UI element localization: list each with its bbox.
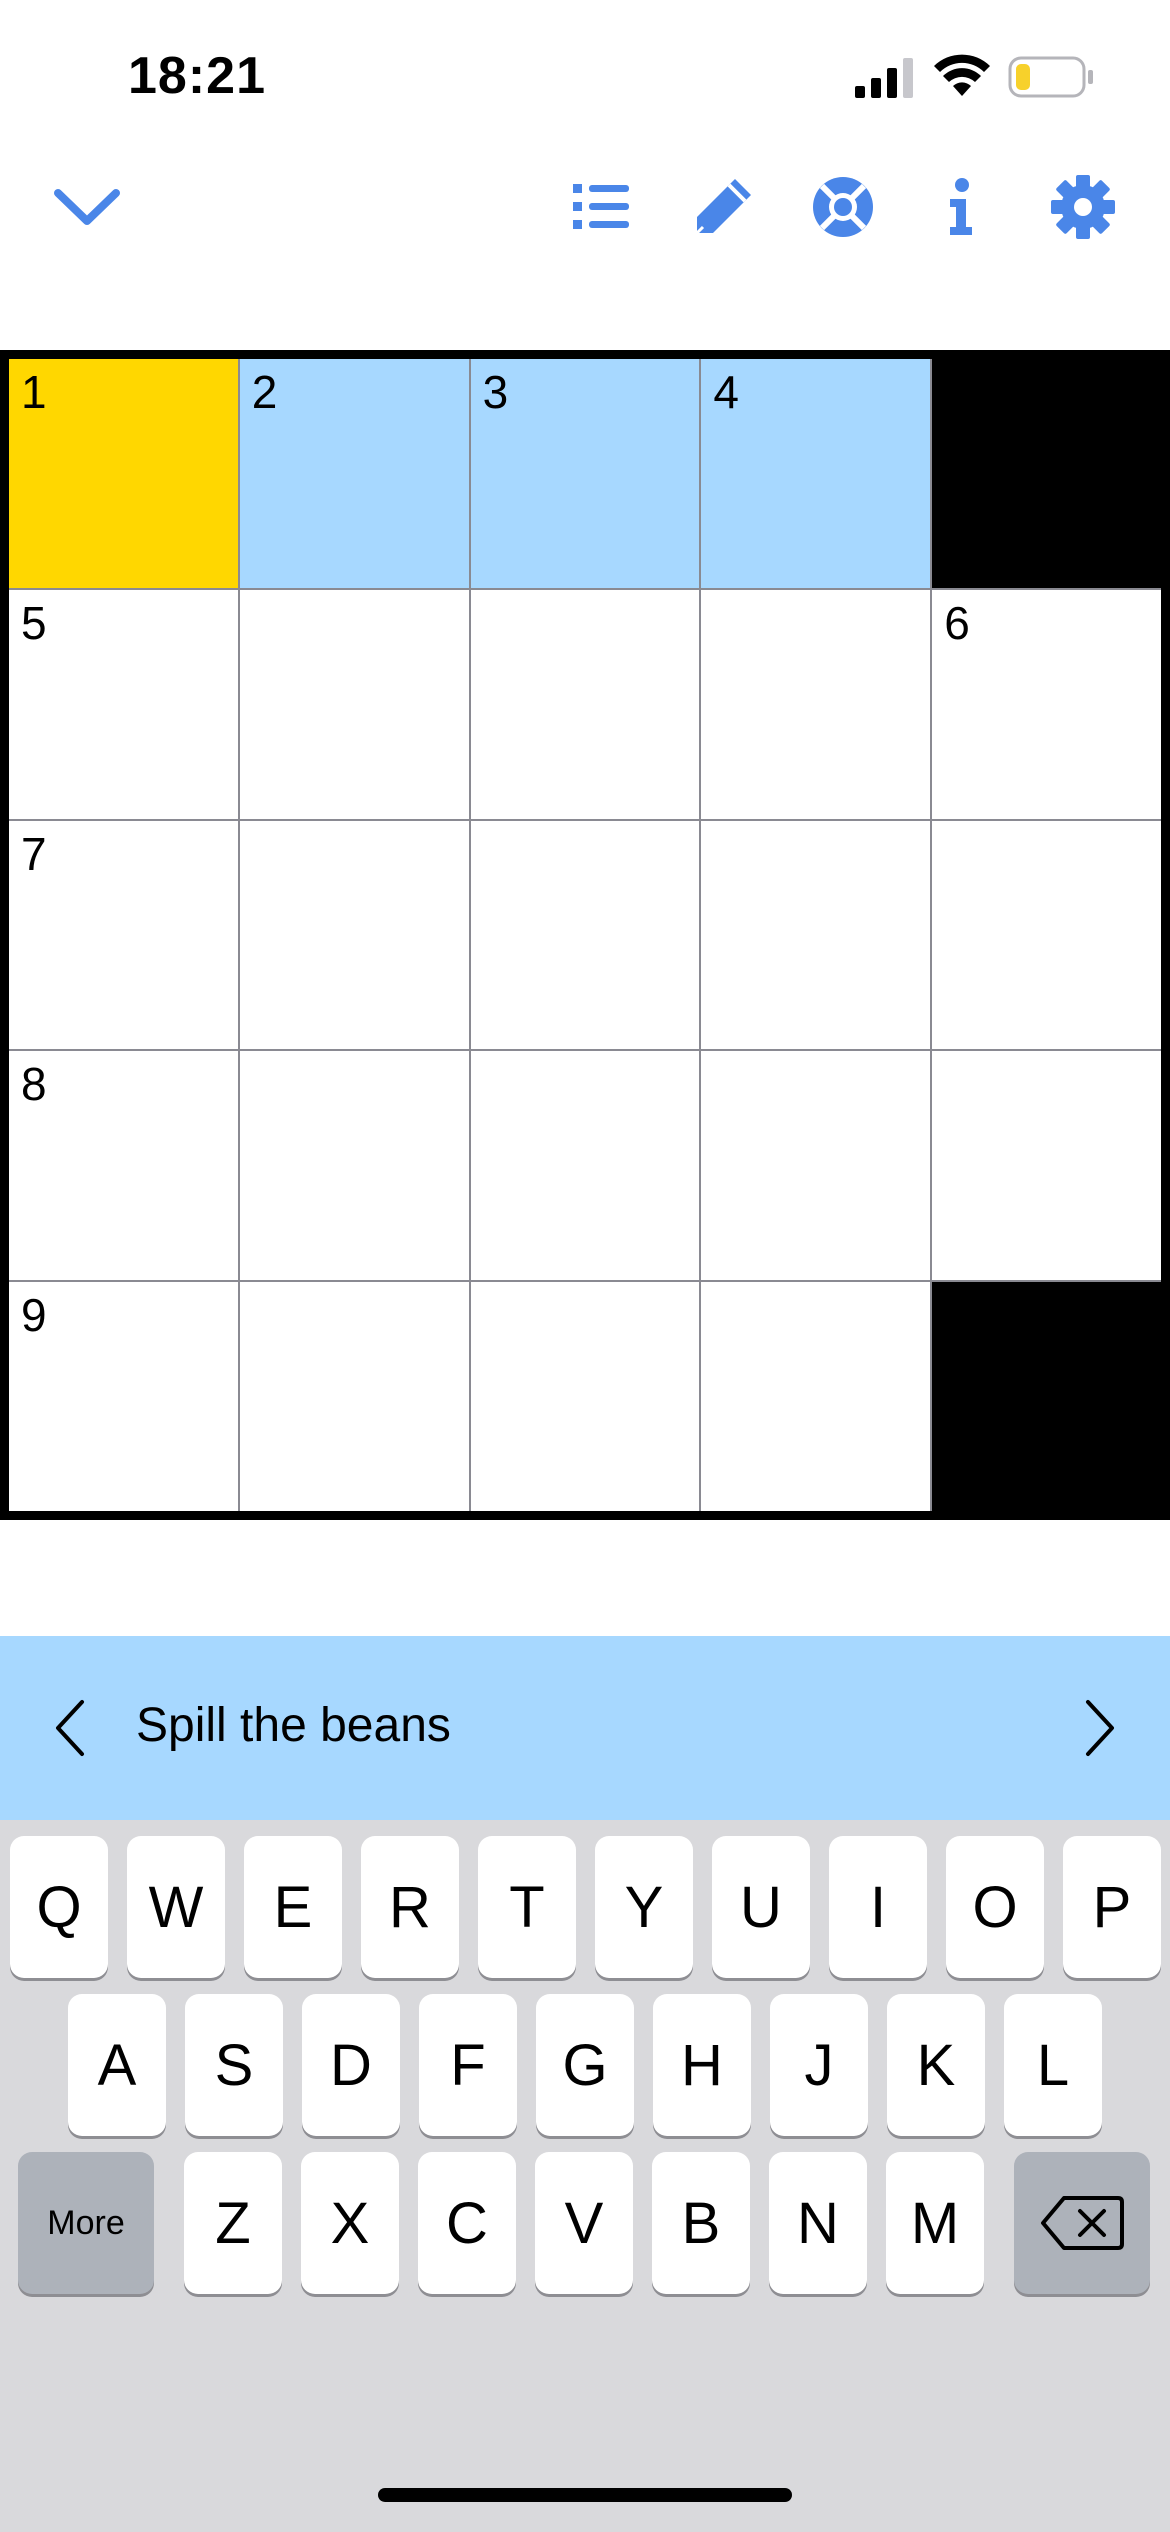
grid-cell[interactable]: [470, 589, 700, 819]
cell-number: 8: [21, 1058, 47, 1111]
cell-number: 4: [713, 366, 739, 418]
grid-cell[interactable]: [470, 1282, 700, 1511]
key-w[interactable]: W: [127, 1836, 225, 1978]
key-c[interactable]: C: [418, 2152, 516, 2294]
cell-number: 3: [482, 366, 509, 418]
cell-number: 1: [21, 366, 47, 418]
key-l[interactable]: L: [1004, 1994, 1102, 2136]
grid-cell[interactable]: [239, 1282, 469, 1511]
crossword-grid: 1 2 3 4 5 6 7 8 9: [9, 359, 1161, 1511]
grid-cell[interactable]: [701, 1282, 931, 1511]
key-f[interactable]: F: [419, 1994, 517, 2136]
keyboard: More QWERTYUIOP ASDFGHJKL ZXCVBNM: [0, 1820, 1170, 2532]
previous-clue-button[interactable]: [30, 1688, 110, 1768]
key-j[interactable]: J: [770, 1994, 868, 2136]
grid-cell[interactable]: 8: [9, 1051, 238, 1281]
key-q[interactable]: Q: [10, 1836, 108, 1978]
pencil-icon: [695, 179, 751, 235]
key-u[interactable]: U: [712, 1836, 810, 1978]
grid-cell[interactable]: [239, 1051, 469, 1281]
key-b[interactable]: B: [652, 2152, 750, 2294]
chevron-left-icon: [56, 1700, 84, 1756]
help-button[interactable]: [808, 172, 878, 242]
grid-cell[interactable]: [470, 1051, 700, 1281]
key-o[interactable]: O: [946, 1836, 1044, 1978]
grid-cell[interactable]: 3: [470, 359, 700, 588]
grid-cell[interactable]: [932, 820, 1161, 1050]
cell-number: 7: [21, 827, 47, 880]
next-clue-button[interactable]: [1060, 1688, 1140, 1768]
grid-cell[interactable]: 9: [9, 1282, 238, 1511]
key-m[interactable]: M: [886, 2152, 984, 2294]
info-icon: [950, 178, 972, 235]
grid-cell[interactable]: [239, 820, 469, 1050]
key-k[interactable]: K: [887, 1994, 985, 2136]
key-x[interactable]: X: [301, 2152, 399, 2294]
clue-list-button[interactable]: [566, 172, 636, 242]
status-bar: 18:21: [0, 0, 1170, 150]
help-lifebuoy-icon: [813, 177, 873, 237]
key-t[interactable]: T: [478, 1836, 576, 1978]
cell-number: 5: [21, 596, 47, 649]
key-d[interactable]: D: [302, 1994, 400, 2136]
grid-cell[interactable]: 7: [9, 820, 238, 1050]
key-a[interactable]: A: [68, 1994, 166, 2136]
crossword-board: 1 2 3 4 5 6 7 8 9: [0, 350, 1170, 1520]
key-y[interactable]: Y: [595, 1836, 693, 1978]
grid-cell[interactable]: 6: [932, 589, 1161, 819]
settings-button[interactable]: [1048, 172, 1118, 242]
grid-cell[interactable]: [701, 1051, 931, 1281]
cell-number: 9: [21, 1289, 47, 1342]
black-square: [932, 1282, 1161, 1511]
toolbar: [0, 150, 1170, 260]
settings-gear-icon: [1051, 175, 1115, 239]
key-e[interactable]: E: [244, 1836, 342, 1978]
wifi-icon: [934, 54, 990, 96]
backspace-key[interactable]: [1014, 2152, 1150, 2294]
grid-cell[interactable]: 4: [701, 359, 931, 588]
key-z[interactable]: Z: [184, 2152, 282, 2294]
battery-icon: [1008, 56, 1093, 98]
chevron-right-icon: [1086, 1700, 1114, 1756]
grid-cell[interactable]: 1: [9, 359, 238, 588]
grid-cell[interactable]: [239, 589, 469, 819]
signal-icon: [855, 58, 913, 98]
cell-number: 6: [944, 596, 970, 649]
key-s[interactable]: S: [185, 1994, 283, 2136]
grid-cell[interactable]: 5: [9, 589, 238, 819]
black-square: [932, 359, 1161, 588]
key-r[interactable]: R: [361, 1836, 459, 1978]
key-i[interactable]: I: [829, 1836, 927, 1978]
cell-number: 2: [251, 366, 278, 418]
key-v[interactable]: V: [535, 2152, 633, 2294]
grid-cell[interactable]: 2: [239, 359, 469, 588]
clue-list-icon: [573, 184, 629, 229]
grid-cell[interactable]: [701, 589, 931, 819]
grid-cell[interactable]: [701, 820, 931, 1050]
status-time: 18:21: [128, 47, 266, 105]
key-n[interactable]: N: [769, 2152, 867, 2294]
clue-bar[interactable]: Spill the beans: [0, 1636, 1170, 1820]
home-indicator[interactable]: [378, 2488, 792, 2502]
info-button[interactable]: [926, 172, 996, 242]
more-key[interactable]: More: [18, 2152, 154, 2294]
key-h[interactable]: H: [653, 1994, 751, 2136]
pencil-button[interactable]: [688, 172, 758, 242]
clue-text: Spill the beans: [136, 1699, 451, 1752]
backspace-icon: [1041, 2196, 1124, 2250]
grid-cell[interactable]: [470, 820, 700, 1050]
collapse-button[interactable]: [52, 172, 122, 242]
key-p[interactable]: P: [1063, 1836, 1161, 1978]
grid-cell[interactable]: [932, 1051, 1161, 1281]
chevron-down-icon: [54, 189, 120, 225]
key-g[interactable]: G: [536, 1994, 634, 2136]
